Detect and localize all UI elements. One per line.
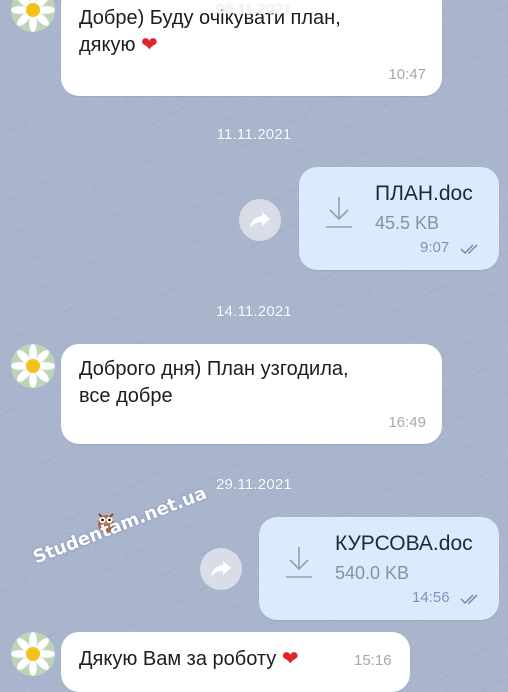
file-size: 540.0 KB <box>335 563 410 583</box>
message-text: Доброго дня) План узгодила, все добре <box>79 358 349 407</box>
message-bubble[interactable]: Доброго дня) План узгодила, все добре 16… <box>61 344 442 444</box>
file-message-bubble[interactable]: ПЛАН.doc 45.5 KB 9:07 <box>299 167 499 270</box>
date-separator: 29.11.2021 <box>216 476 292 493</box>
download-icon[interactable] <box>325 195 353 229</box>
read-ticks-icon <box>460 594 478 605</box>
watermark: Studentam.net.ua <box>30 482 210 569</box>
file-name: КУРСОВА.doc <box>335 532 473 555</box>
read-ticks-icon <box>460 244 478 255</box>
heart-emoji: ❤ <box>141 34 158 56</box>
contact-avatar[interactable] <box>11 632 55 676</box>
share-icon <box>250 212 270 228</box>
message-time: 10:47 <box>388 66 426 83</box>
download-icon[interactable] <box>285 545 313 579</box>
date-separator: 08.11.2021 <box>216 1 292 18</box>
message-time: 14:56 <box>412 589 450 606</box>
message-time: 15:16 <box>354 652 392 669</box>
message-time: 16:49 <box>388 414 426 431</box>
date-separator: 11.11.2021 <box>216 126 292 143</box>
message-time: 9:07 <box>420 239 450 256</box>
share-icon <box>211 561 231 577</box>
share-button[interactable] <box>200 548 242 590</box>
file-name: ПЛАН.doc <box>375 182 473 205</box>
heart-emoji: ❤ <box>281 648 299 670</box>
contact-avatar[interactable] <box>11 344 55 388</box>
file-message-bubble[interactable]: КУРСОВА.doc 540.0 KB 14:56 <box>259 517 499 620</box>
daisy-avatar-icon <box>11 344 55 388</box>
message-text: Дякую Вам за роботу ❤ <box>79 648 299 670</box>
file-size: 45.5 KB <box>375 213 440 233</box>
message-bubble[interactable]: Дякую Вам за роботу ❤ 15:16 <box>61 632 410 692</box>
date-separator: 14.11.2021 <box>216 303 292 320</box>
share-button[interactable] <box>239 199 281 241</box>
daisy-avatar-icon <box>11 632 55 676</box>
